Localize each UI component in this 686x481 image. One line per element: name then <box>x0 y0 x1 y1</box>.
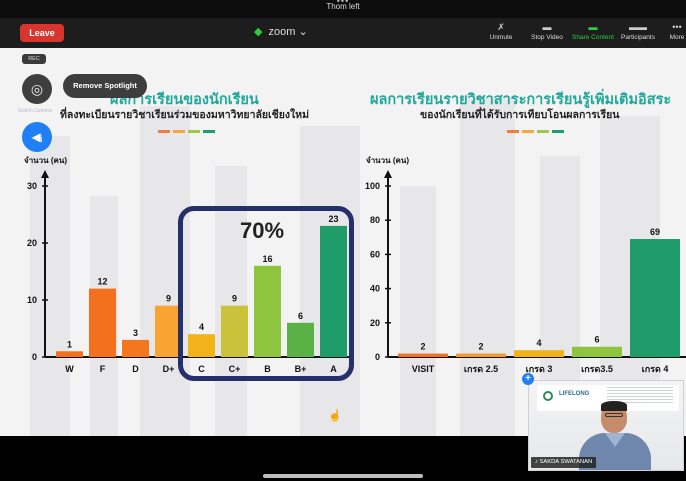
switch-camera-label: Switch Camera <box>18 108 52 114</box>
y-tick-label: 0 <box>32 352 37 362</box>
banner-logo-text: LIFELONG <box>559 391 590 397</box>
speaker-name: SAKDA SWATANAN <box>539 459 593 465</box>
bar <box>572 346 622 357</box>
add-icon[interactable]: + <box>522 373 534 385</box>
bar-value-label: 2 <box>420 342 425 352</box>
bar-value-label: 69 <box>650 227 660 237</box>
y-tick-label: 60 <box>370 249 380 259</box>
bar-value-label: 2 <box>478 342 483 352</box>
y-tick-label: 0 <box>375 352 380 362</box>
bar <box>514 350 564 357</box>
category-label: D <box>132 364 139 374</box>
camera-icon: ◎ <box>30 81 44 97</box>
category-label: D+ <box>163 364 175 374</box>
category-label: VISIT <box>412 364 435 374</box>
bar-value-label: 9 <box>166 294 171 304</box>
speaker-button[interactable]: ◀ᵢ <box>22 122 52 152</box>
recording-badge: REC <box>22 54 46 64</box>
y-tick-label: 100 <box>365 181 380 191</box>
lifelong-logo-icon <box>543 391 553 401</box>
category-label: เกรด 2.5 <box>464 364 498 374</box>
category-label: F <box>100 364 106 374</box>
bar <box>122 339 149 357</box>
bar-value-label: 6 <box>594 335 599 345</box>
y-tick-label: 20 <box>27 238 37 248</box>
speaker-name-tag: ♪ SAKDA SWATANAN <box>531 457 597 468</box>
speaker-icon: ◀ᵢ <box>31 130 43 144</box>
remove-spotlight-button[interactable]: Remove Spotlight <box>63 74 147 98</box>
category-label: เกรด 4 <box>642 364 669 374</box>
bar-value-label: 1 <box>67 339 72 349</box>
speaker-video-tile[interactable]: LIFELONG ♪ SAKDA SWATANAN <box>528 380 684 471</box>
bar <box>398 353 448 357</box>
bar <box>56 351 83 357</box>
bar-value-label: 12 <box>97 277 107 287</box>
category-label: W <box>65 364 74 374</box>
switch-camera-button[interactable]: ◎ <box>22 74 52 104</box>
y-tick-label: 10 <box>27 295 37 305</box>
y-axis-arrow <box>384 170 392 178</box>
y-tick-label: 40 <box>370 284 380 294</box>
y-axis-arrow <box>41 170 49 178</box>
bar-value-label: 4 <box>536 338 541 348</box>
home-indicator[interactable] <box>263 474 423 478</box>
highlight-percent: 70% <box>240 218 285 243</box>
bar <box>630 239 680 357</box>
bar-value-label: 3 <box>133 328 138 338</box>
category-label: เกรด3.5 <box>581 364 613 374</box>
y-tick-label: 80 <box>370 215 380 225</box>
bar <box>456 353 506 357</box>
bar <box>89 288 116 357</box>
hand-cursor-icon: ☝ <box>328 410 342 422</box>
y-tick-label: 30 <box>27 181 37 191</box>
y-tick-label: 20 <box>370 318 380 328</box>
